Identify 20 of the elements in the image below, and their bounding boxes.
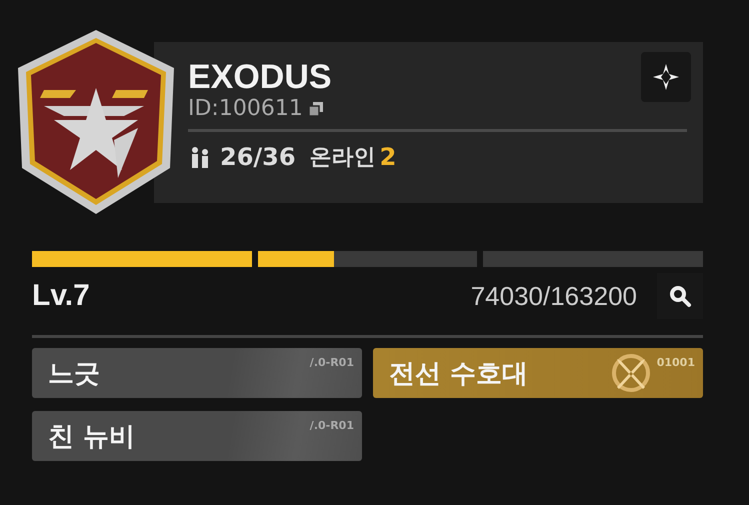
tag-label: 친 뉴비 — [48, 420, 136, 454]
tag-code: /.0-R01 — [310, 356, 354, 369]
experience-reading: 74030/163200 — [470, 280, 637, 312]
member-count: 26/36 — [220, 143, 296, 171]
search-icon — [668, 284, 692, 308]
guild-name: EXODUS — [188, 58, 332, 96]
copy-icon[interactable] — [308, 102, 323, 116]
tag-code: 01001 — [656, 356, 695, 369]
compass-icon — [651, 62, 681, 92]
online-count: 2 — [380, 143, 396, 171]
tag-label: 전선 수호대 — [389, 358, 530, 390]
tag-code: /.0-R01 — [310, 419, 354, 432]
online-label: 온라인 — [310, 144, 376, 172]
search-button[interactable] — [657, 273, 703, 319]
guild-tag[interactable]: 친 뉴비 /.0-R01 — [32, 411, 362, 461]
guild-id: ID:100611 — [188, 96, 303, 121]
guild-tag[interactable]: 느긋 /.0-R01 — [32, 348, 362, 398]
tag-label: 느긋 — [48, 358, 101, 390]
level-label: Lv.7 — [32, 279, 91, 313]
compass-button[interactable] — [641, 52, 691, 102]
